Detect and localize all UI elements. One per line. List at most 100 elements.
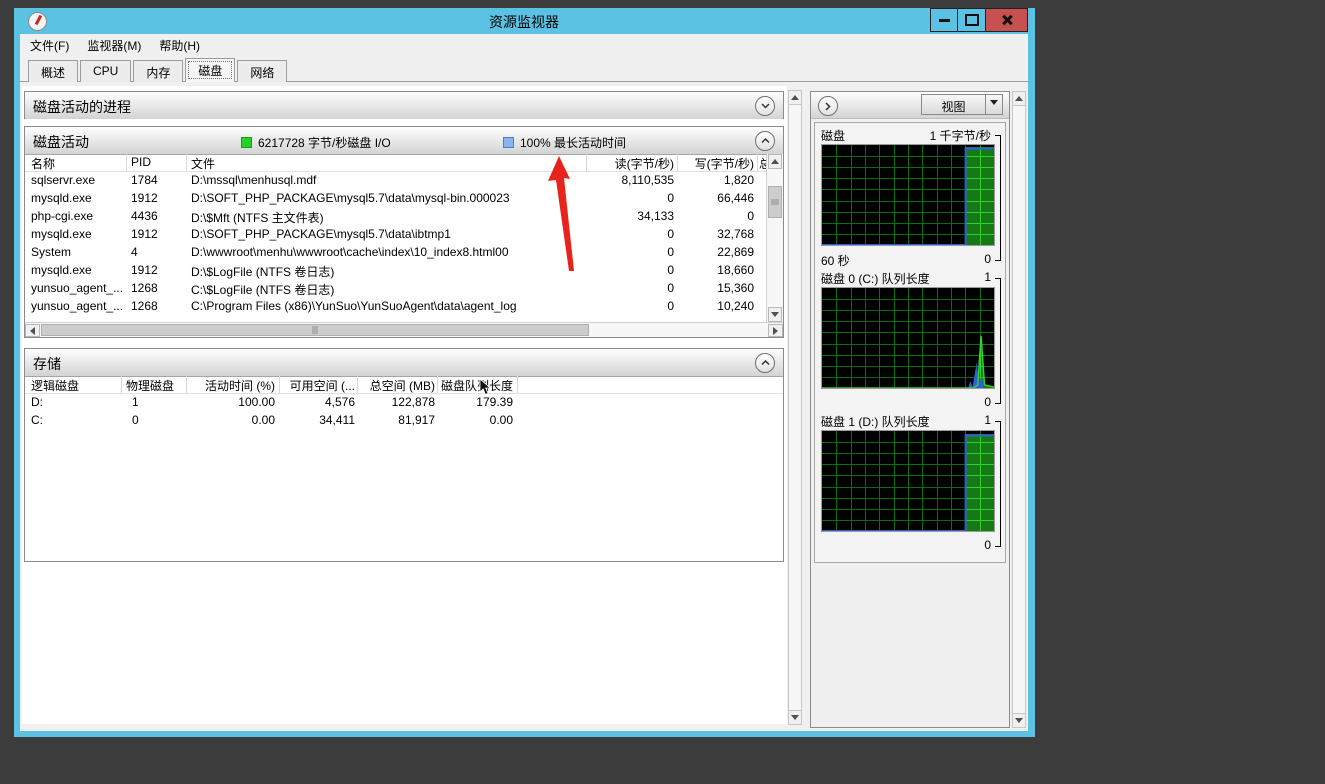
cell-pid: 1268 — [131, 281, 181, 295]
cell-name: sqlservr.exe — [31, 173, 125, 187]
storage-title: 存储 — [33, 354, 61, 374]
disk-processes-header-bar: 磁盘活动的进程 — [25, 92, 783, 119]
disk-throughput-graph — [821, 144, 995, 246]
cell-queue-length: 0.00 — [441, 413, 513, 427]
cell-name: mysqld.exe — [31, 227, 125, 241]
cell-file: D:\mssql\menhusql.mdf — [191, 173, 583, 187]
cell-file: D:\$Mft (NTFS 主文件表) — [191, 209, 583, 226]
scroll-up-button[interactable] — [1013, 92, 1025, 106]
hscroll-thumb[interactable] — [41, 324, 589, 336]
cell-name: php-cgi.exe — [31, 209, 125, 223]
arrow-down-icon — [771, 312, 779, 321]
cell-write: 32,768 — [680, 227, 754, 241]
scroll-up-button[interactable] — [768, 154, 782, 169]
chart-y-min-label: 0 — [984, 252, 991, 268]
cell-total-space: 122,878 — [361, 395, 435, 409]
col-queue-length[interactable]: 磁盘队列长度 — [441, 377, 513, 394]
cell-read: 34,133 — [590, 209, 674, 223]
minimize-button[interactable] — [930, 8, 958, 32]
disk-activity-header-bar: 磁盘活动 6217728 字节/秒磁盘 I/O 100% 最长活动时间 — [25, 127, 783, 155]
scroll-right-button[interactable] — [768, 324, 783, 337]
disk-activity-row[interactable]: yunsuo_agent_...1268C:\$LogFile (NTFS 卷日… — [25, 279, 783, 297]
col-pid[interactable]: PID — [131, 155, 151, 169]
grip-icon — [313, 326, 318, 334]
arrow-up-icon — [1015, 92, 1023, 101]
minimize-icon — [939, 19, 950, 22]
arrow-down-icon — [791, 715, 799, 724]
col-active-time[interactable]: 活动时间 (%) — [191, 377, 275, 394]
cell-write: 18,660 — [680, 263, 754, 277]
charts-container: 磁盘 1 千字节/秒 60 秒 0 磁盘 0 (C:) 队列长度 1 — [814, 122, 1006, 563]
col-physical-disk[interactable]: 物理磁盘 — [126, 377, 174, 394]
scroll-down-button[interactable] — [768, 307, 782, 322]
scale-bracket — [995, 421, 1001, 547]
collapse-charts-button[interactable] — [818, 96, 838, 116]
cell-read: 0 — [590, 299, 674, 313]
cell-physical-disk: 0 — [132, 413, 182, 427]
tab-overview[interactable]: 概述 — [28, 60, 78, 82]
scale-bracket — [995, 135, 1001, 261]
tab-cpu[interactable]: CPU — [80, 60, 131, 82]
vscroll-thumb[interactable] — [768, 186, 782, 218]
cell-pid: 4 — [131, 245, 181, 259]
tab-disk[interactable]: 磁盘 — [185, 58, 235, 82]
tab-memory[interactable]: 内存 — [133, 60, 183, 82]
col-logical-disk[interactable]: 逻辑磁盘 — [31, 377, 79, 394]
title-bar[interactable]: 资源监视器 — [20, 8, 1028, 34]
disk-activity-column-headers: 名称 PID 文件 读(字节/秒) 写(字节/秒) 总 — [25, 154, 783, 172]
scroll-down-button[interactable] — [789, 710, 801, 724]
maximize-button[interactable] — [958, 8, 986, 32]
disk-activity-row[interactable]: php-cgi.exe4436D:\$Mft (NTFS 主文件表)34,133… — [25, 207, 783, 225]
scroll-up-button[interactable] — [789, 91, 801, 105]
chart-disk0-queue: 磁盘 0 (C:) 队列长度 1 0 — [821, 270, 1001, 411]
col-file[interactable]: 文件 — [191, 155, 215, 172]
col-free-space[interactable]: 可用空间 (... — [283, 377, 355, 394]
cell-read: 0 — [590, 191, 674, 205]
main-pane: 磁盘活动的进程 磁盘活动 6217728 字节/秒磁盘 I/O — [22, 86, 787, 724]
storage-row[interactable]: D:1100.004,576122,878179.39 — [25, 393, 783, 411]
chart-y-min-label: 0 — [984, 395, 991, 411]
view-button[interactable]: 视图 — [921, 94, 1003, 115]
disk1-queue-graph — [821, 430, 995, 532]
disk-activity-row[interactable]: sqlservr.exe1784D:\mssql\menhusql.mdf8,1… — [25, 171, 783, 189]
col-write[interactable]: 写(字节/秒) — [680, 155, 754, 172]
scroll-left-button[interactable] — [25, 324, 40, 337]
disk-activity-row[interactable]: mysqld.exe1912D:\SOFT_PHP_PACKAGE\mysql5… — [25, 225, 783, 243]
cell-read: 0 — [590, 227, 674, 241]
chart-disk1-queue: 磁盘 1 (D:) 队列长度 1 0 — [821, 413, 1001, 554]
cell-name: mysqld.exe — [31, 263, 125, 277]
col-total-space[interactable]: 总空间 (MB) — [361, 377, 435, 394]
disk-activity-row[interactable]: mysqld.exe1912D:\$LogFile (NTFS 卷日志)018,… — [25, 261, 783, 279]
disk-activity-row[interactable]: mysqld.exe1912D:\SOFT_PHP_PACKAGE\mysql5… — [25, 189, 783, 207]
disk-table-vscrollbar[interactable] — [766, 154, 783, 322]
main-scrollbar[interactable] — [788, 90, 802, 725]
collapse-disk-activity-button[interactable] — [755, 131, 775, 151]
disk-activity-row[interactable]: yunsuo_agent_...1268C:\Program Files (x8… — [25, 297, 783, 315]
view-dropdown-arrow[interactable] — [985, 95, 1002, 114]
cell-read: 8,110,535 — [590, 173, 674, 187]
cell-active-time: 0.00 — [191, 413, 275, 427]
tab-network[interactable]: 网络 — [237, 60, 287, 82]
arrow-left-icon — [26, 327, 35, 335]
col-read[interactable]: 读(字节/秒) — [590, 155, 674, 172]
collapse-storage-button[interactable] — [755, 353, 775, 373]
cell-logical-disk: D: — [31, 395, 121, 409]
cell-write: 22,869 — [680, 245, 754, 259]
cell-free-space: 4,576 — [283, 395, 355, 409]
col-name[interactable]: 名称 — [31, 155, 55, 172]
expand-disk-processes-button[interactable] — [755, 96, 775, 116]
disk-table-hscrollbar[interactable] — [25, 322, 783, 337]
scroll-down-button[interactable] — [1013, 713, 1025, 727]
window-title: 资源监视器 — [20, 12, 1028, 32]
disk-io-legend: 6217728 字节/秒磁盘 I/O — [241, 134, 391, 151]
right-scrollbar[interactable] — [1012, 91, 1026, 728]
disk-activity-row[interactable]: System4D:\wwwroot\menhu\wwwroot\cache\in… — [25, 243, 783, 261]
menu-help[interactable]: 帮助(H) — [159, 37, 200, 54]
menu-bar: 文件(F) 监视器(M) 帮助(H) — [20, 34, 1028, 57]
menu-file[interactable]: 文件(F) — [30, 37, 69, 54]
storage-header-bar: 存储 — [25, 349, 783, 377]
close-button[interactable] — [986, 8, 1028, 32]
storage-row[interactable]: C:00.0034,41181,9170.00 — [25, 411, 783, 429]
disk-tab-content: 磁盘活动的进程 磁盘活动 6217728 字节/秒磁盘 I/O — [20, 82, 1028, 729]
menu-monitor[interactable]: 监视器(M) — [87, 37, 141, 54]
